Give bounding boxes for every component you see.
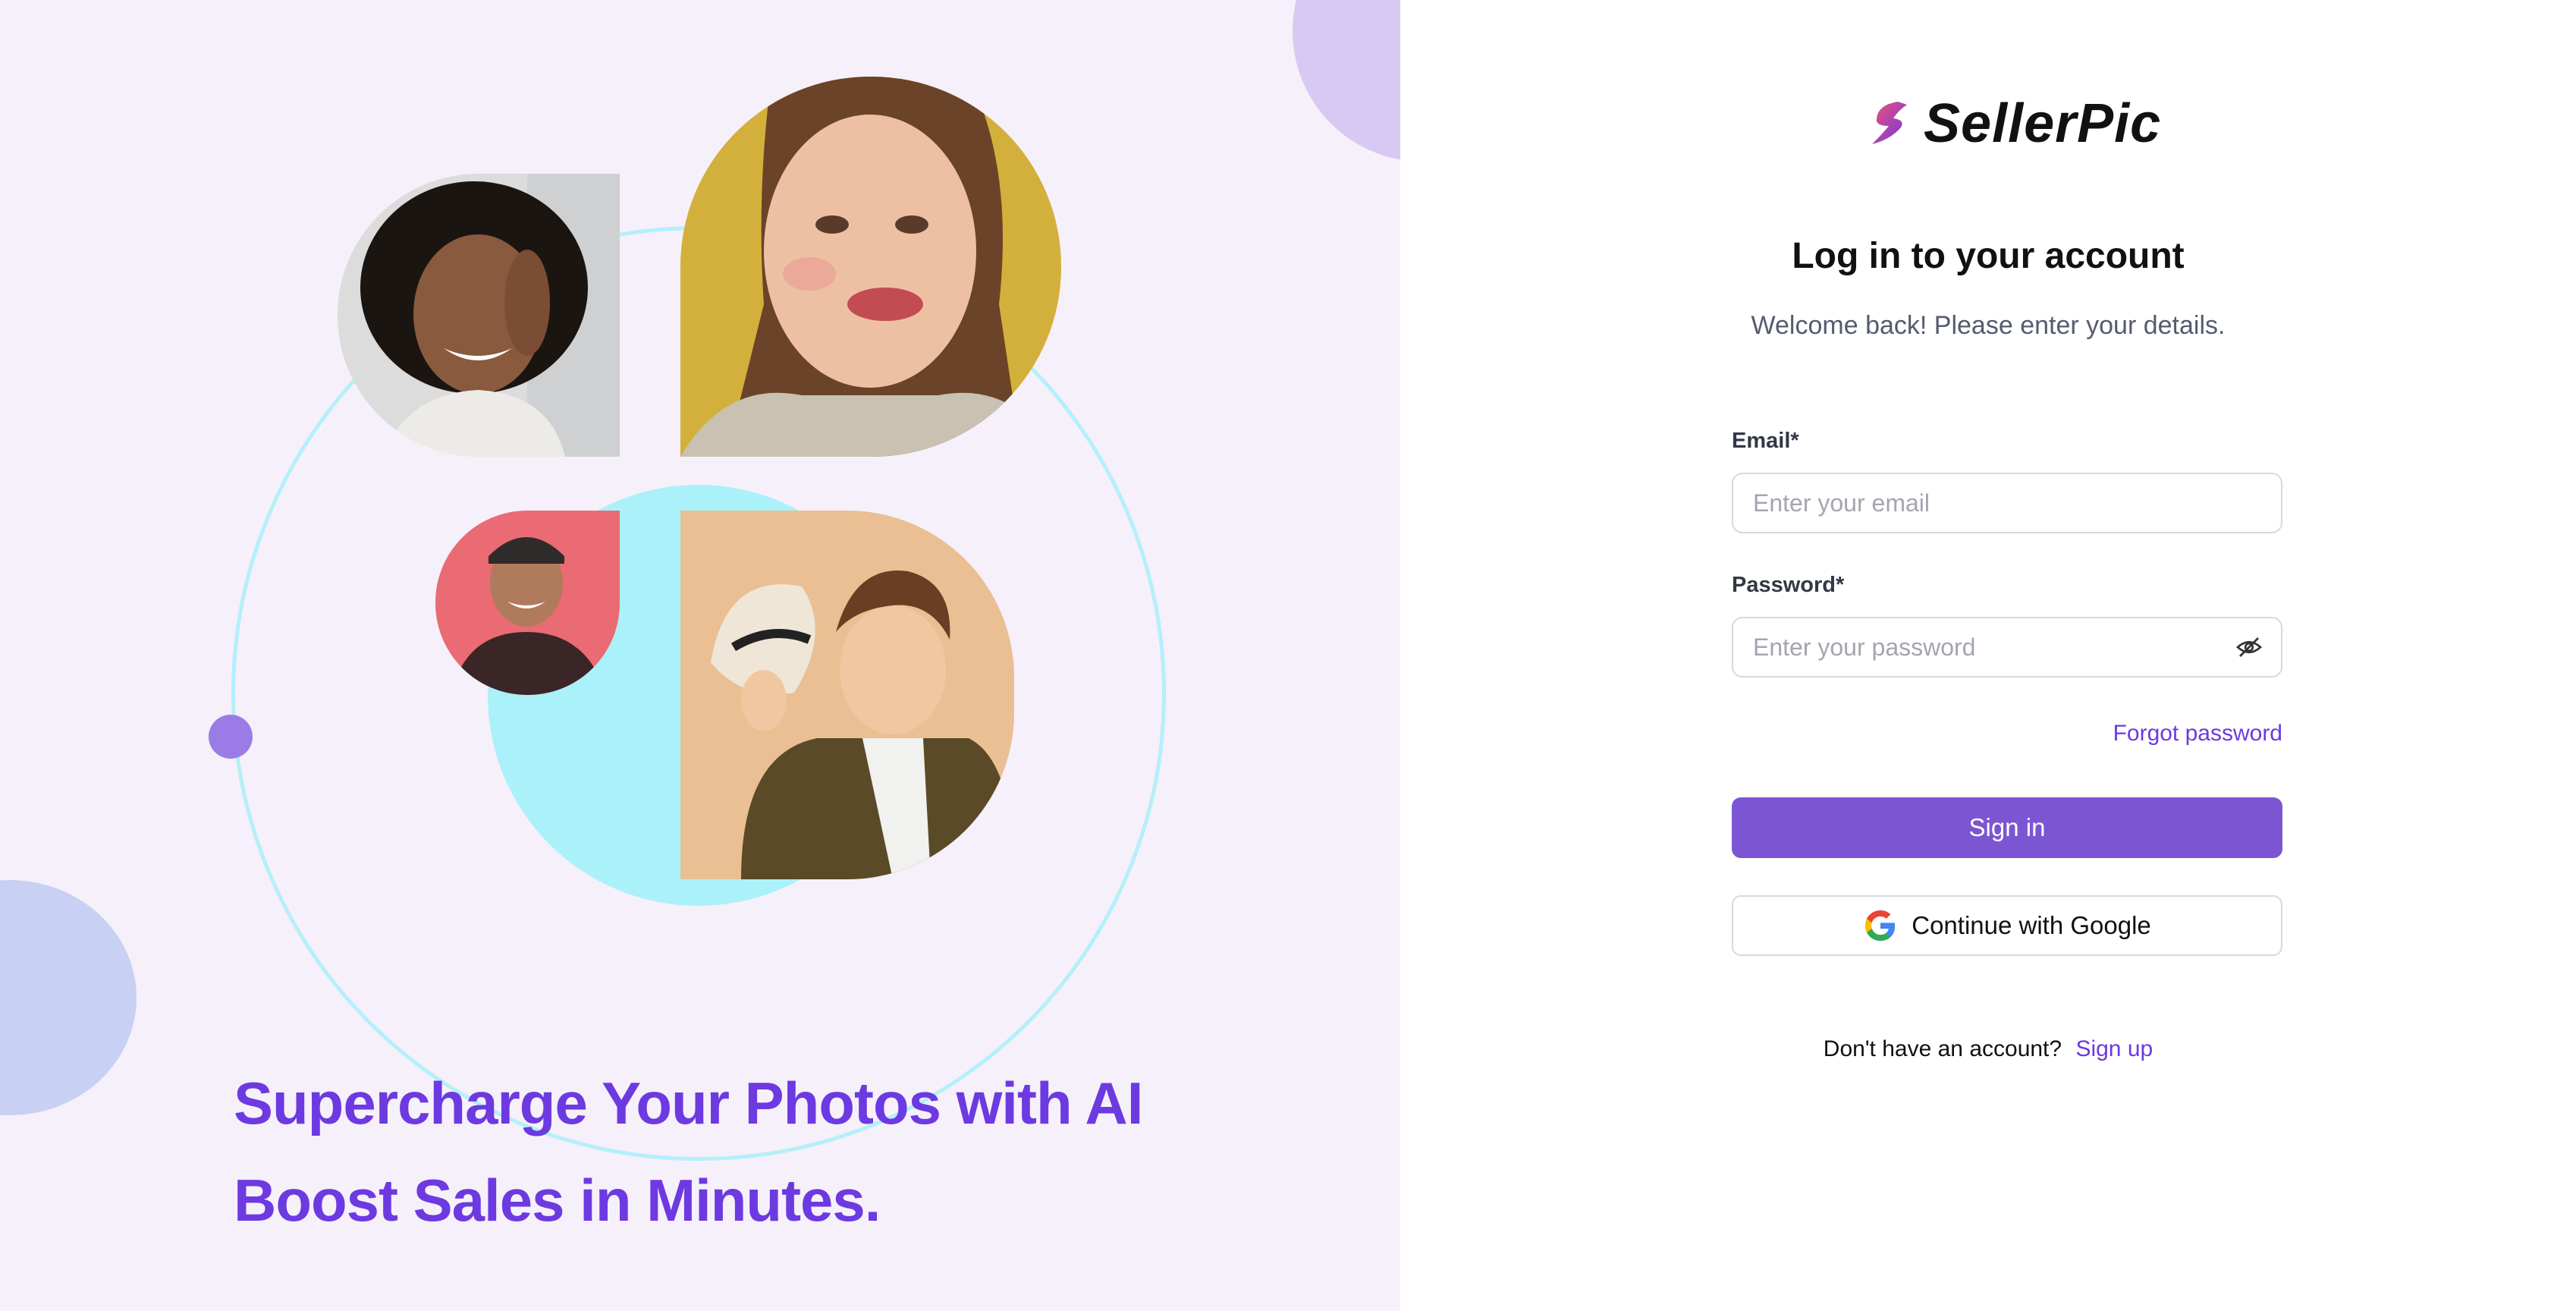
google-g-icon (1865, 910, 1896, 942)
photo-man-with-hat (680, 511, 1014, 879)
headline-line-2: Boost Sales in Minutes. (234, 1167, 881, 1234)
hero-headline: Supercharge Your Photos with AI Boost Sa… (234, 1055, 1371, 1249)
google-sign-in-button[interactable]: Continue with Google (1732, 895, 2282, 956)
eye-off-icon[interactable] (2235, 633, 2263, 661)
orbit-dot (209, 715, 253, 759)
email-label: Email* (1732, 429, 1799, 453)
page-title: Log in to your account (1792, 236, 2185, 276)
forgot-password-link[interactable]: Forgot password (2113, 721, 2282, 747)
decor-circle-left (0, 880, 137, 1115)
password-label: Password* (1732, 573, 1845, 597)
password-field-container[interactable] (1732, 617, 2282, 678)
photo-woman-curly-hair (338, 174, 620, 457)
bolt-logo-icon (1872, 102, 1907, 144)
google-button-label: Continue with Google (1912, 911, 2151, 939)
brand-logo[interactable]: SellerPic (1868, 90, 2161, 158)
sign-in-button[interactable]: Sign in (1732, 797, 2282, 858)
hero-panel: Supercharge Your Photos with AI Boost Sa… (0, 0, 1400, 1311)
decor-circle-top (1293, 0, 1400, 162)
photo-woman-mustard-background (680, 77, 1061, 457)
photo-man-red-background (435, 511, 620, 695)
page-subtitle: Welcome back! Please enter your details. (1751, 311, 2226, 340)
signup-row: Don't have an account? Sign up (1400, 1036, 2576, 1062)
no-account-text: Don't have an account? (1823, 1036, 2062, 1061)
brand-name: SellerPic (1924, 93, 2162, 154)
email-field-container[interactable] (1732, 473, 2282, 533)
sign-up-link[interactable]: Sign up (2075, 1036, 2153, 1061)
password-input[interactable] (1751, 632, 2235, 662)
email-input[interactable] (1751, 488, 2263, 518)
headline-line-1: Supercharge Your Photos with AI (234, 1070, 1143, 1137)
